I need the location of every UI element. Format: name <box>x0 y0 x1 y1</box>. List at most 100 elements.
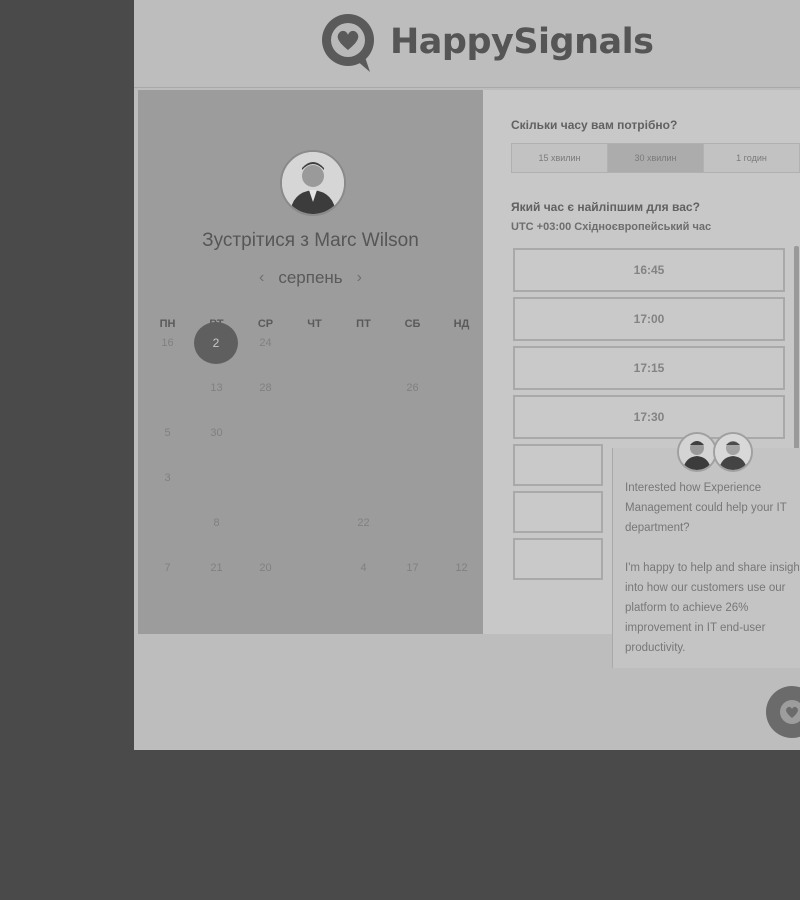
calendar-day-number: 5 <box>164 427 171 439</box>
calendar-day-number: 12 <box>455 562 468 574</box>
time-question: Який час є найліпшим для вас? <box>511 200 700 214</box>
calendar-day[interactable]: 22 <box>339 515 388 560</box>
calendar-day <box>339 335 388 380</box>
duration-question: Скільки часу вам потрібно? <box>511 118 678 132</box>
calendar-day-number: 24 <box>259 337 272 349</box>
slots-scrollbar[interactable] <box>794 246 799 456</box>
calendar-day <box>437 425 486 470</box>
chat-launcher-button[interactable] <box>766 686 800 738</box>
weekday-label: НД <box>453 318 470 330</box>
calendar-day-number: 30 <box>210 427 223 439</box>
calendar-day-number: 21 <box>210 562 223 574</box>
time-slot-button[interactable] <box>513 491 603 533</box>
header: HappySignals <box>134 0 800 88</box>
meeting-title: Зустрітися з Marc Wilson <box>202 230 419 251</box>
calendar-panel: Зустрітися з Marc Wilson ‹ серпень › ПН … <box>138 90 483 634</box>
calendar-day <box>241 515 290 560</box>
calendar-day <box>388 425 437 470</box>
weekday-label: ЧТ <box>307 318 322 330</box>
weekday-label: ПТ <box>356 318 371 330</box>
heart-speech-bubble-icon <box>318 10 382 74</box>
calendar-day <box>290 470 339 515</box>
weekday-label: СБ <box>404 318 421 330</box>
calendar-day[interactable]: 12 <box>437 560 486 605</box>
agent-avatars <box>677 432 757 472</box>
calendar-day <box>437 470 486 515</box>
weekday-label: ПН <box>159 318 176 330</box>
calendar-day <box>241 425 290 470</box>
time-slot-button[interactable]: 17:00 <box>513 297 785 341</box>
booking-page: HappySignals Зустрітися з Marc Wilson ‹ … <box>134 0 800 750</box>
agent-avatar <box>713 432 753 472</box>
calendar-day <box>290 380 339 425</box>
calendar-day-number: 3 <box>164 472 171 484</box>
calendar-day-number: 16 <box>161 337 174 349</box>
month-navigation: ‹ серпень › <box>138 268 483 288</box>
calendar-day[interactable]: 24 <box>241 335 290 380</box>
time-slot-button[interactable] <box>513 538 603 580</box>
calendar-day-number: 22 <box>357 517 370 529</box>
calendar-day-number: 26 <box>406 382 419 394</box>
calendar-day <box>241 470 290 515</box>
calendar-day <box>388 335 437 380</box>
duration-option-60[interactable]: 1 годин <box>704 144 800 172</box>
calendar-day-number: 13 <box>210 382 223 394</box>
timezone-selector[interactable]: UTC +03:00 Східноєвропейський час <box>511 221 711 233</box>
calendar-day <box>290 560 339 605</box>
calendar-day-number: 17 <box>406 562 419 574</box>
calendar-day[interactable]: 16 <box>143 335 192 380</box>
calendar-day <box>437 515 486 560</box>
next-month-icon[interactable]: › <box>357 269 362 287</box>
calendar-day <box>339 425 388 470</box>
calendar-day[interactable]: 20 <box>241 560 290 605</box>
chat-icon <box>780 700 800 724</box>
calendar-day-number: 28 <box>259 382 272 394</box>
calendar-day <box>437 380 486 425</box>
calendar-day <box>143 515 192 560</box>
time-slot-button[interactable]: 16:45 <box>513 248 785 292</box>
calendar-day <box>192 470 241 515</box>
calendar-day-number: 20 <box>259 562 272 574</box>
host-avatar <box>280 150 346 216</box>
calendar-day[interactable]: 21 <box>192 560 241 605</box>
calendar-day-number: 8 <box>213 517 220 529</box>
calendar-day-number: 7 <box>164 562 171 574</box>
calendar-day <box>437 335 486 380</box>
brand-logo[interactable]: HappySignals <box>318 10 654 74</box>
calendar-day[interactable]: 7 <box>143 560 192 605</box>
calendar-day <box>143 380 192 425</box>
calendar-day[interactable]: 8 <box>192 515 241 560</box>
calendar-day[interactable]: 26 <box>388 380 437 425</box>
calendar-day <box>290 515 339 560</box>
weekday-header: ПН ВТ СР ЧТ ПТ СБ НД <box>143 318 486 330</box>
calendar-day <box>290 425 339 470</box>
calendar-day[interactable]: 13 <box>192 380 241 425</box>
chat-message-line: Interested how Experience Management cou… <box>625 482 787 534</box>
calendar-day[interactable]: 4 <box>339 560 388 605</box>
chat-popup: Interested how Experience Management cou… <box>612 432 800 668</box>
calendar-day <box>290 335 339 380</box>
time-slot-button[interactable] <box>513 444 603 486</box>
calendar-day <box>339 380 388 425</box>
calendar-day[interactable]: 2 <box>192 322 241 380</box>
calendar-day[interactable]: 28 <box>241 380 290 425</box>
duration-selector: 15 хвилин 30 хвилин 1 годин <box>511 143 800 173</box>
chat-message-line: I'm happy to help and share insight into… <box>625 562 800 654</box>
chat-message: Interested how Experience Management cou… <box>625 478 800 658</box>
time-slot-button[interactable]: 17:15 <box>513 346 785 390</box>
calendar-day <box>339 470 388 515</box>
calendar-day <box>388 515 437 560</box>
calendar-day-number: 2 <box>194 322 238 364</box>
day-grid: 16 2 24 13 28 26 5 30 3 8 22 7 21 20 4 17 12 <box>143 322 486 605</box>
calendar-day[interactable]: 3 <box>143 470 192 515</box>
duration-option-30[interactable]: 30 хвилин <box>608 144 704 172</box>
calendar-day[interactable]: 5 <box>143 425 192 470</box>
calendar-day <box>388 470 437 515</box>
calendar-day[interactable]: 17 <box>388 560 437 605</box>
weekday-label: СР <box>257 318 274 330</box>
prev-month-icon[interactable]: ‹ <box>259 269 264 287</box>
agent-avatar <box>677 432 717 472</box>
duration-option-15[interactable]: 15 хвилин <box>512 144 608 172</box>
calendar-day-number: 4 <box>360 562 367 574</box>
calendar-day[interactable]: 30 <box>192 425 241 470</box>
